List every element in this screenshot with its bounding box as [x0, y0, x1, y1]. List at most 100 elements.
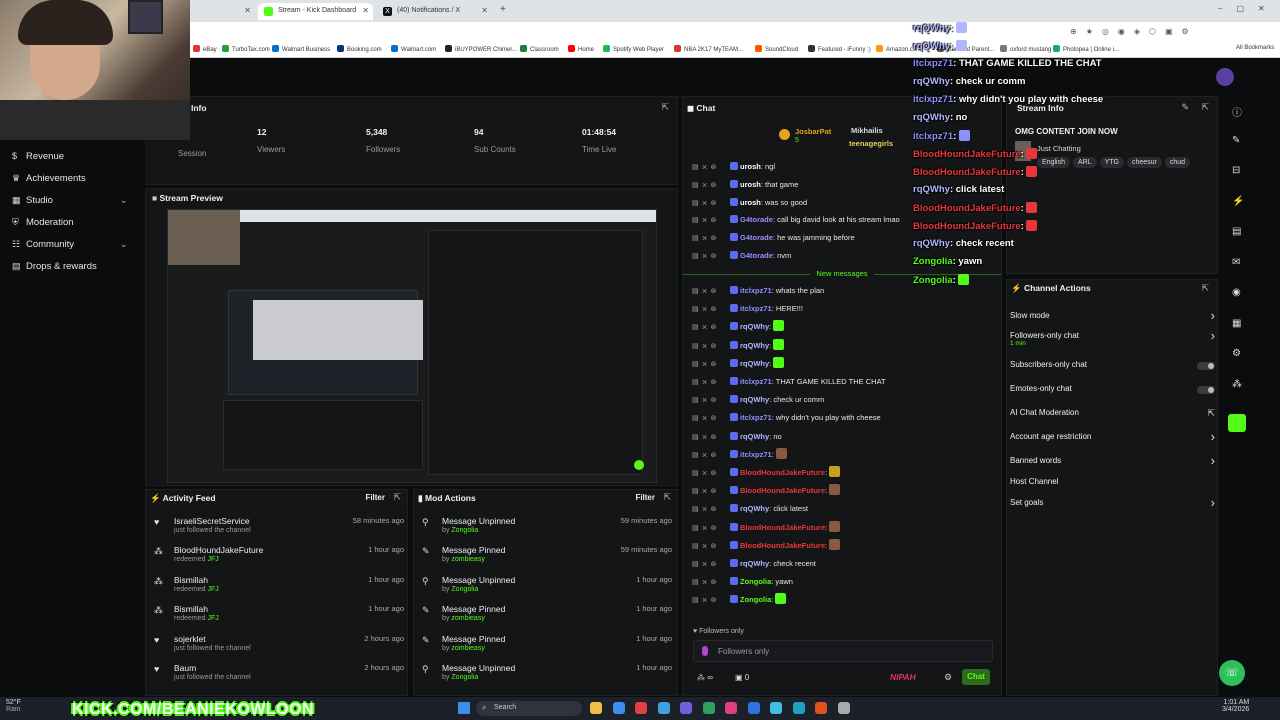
expand-icon[interactable]: ⇱ — [663, 492, 671, 503]
tag-chip[interactable]: chud — [1164, 157, 1191, 168]
taskbar-app-icon[interactable] — [815, 702, 827, 714]
activity-user[interactable]: BloodHoundJakeFuture — [174, 545, 263, 555]
channel-action-set-goals[interactable]: Set goals › — [1010, 495, 1215, 510]
mod-tools-icon[interactable]: ▤⨯⊚ — [692, 485, 730, 499]
taskbar-app-icon[interactable] — [747, 702, 760, 714]
window-controls[interactable]: –▢✕ — [1218, 4, 1279, 13]
rail-tool-icon[interactable]: ▤ — [1232, 226, 1241, 237]
chat-username[interactable]: urosh — [740, 180, 761, 189]
top-user-2[interactable]: Mikhailis — [851, 126, 883, 135]
channel-action-account-age-restriction[interactable]: Account age restriction › — [1010, 429, 1215, 444]
rail-tool-icon[interactable]: ✉ — [1232, 257, 1240, 268]
chevron-right-icon[interactable]: › — [1211, 429, 1215, 444]
sidebar-item-studio[interactable]: ▦ Studio ⌄ — [12, 192, 128, 208]
new-tab-button[interactable]: + — [500, 4, 506, 15]
clock[interactable]: 1:01 AM 3/4/2026 — [1222, 699, 1249, 713]
mod-tools-icon[interactable]: ▤⨯⊚ — [692, 179, 730, 193]
bookmark-item[interactable]: Spotify Web Player — [603, 45, 664, 53]
mod-tools-icon[interactable]: ▤⨯⊚ — [692, 303, 730, 317]
chat-message[interactable]: ▤⨯⊚ itclxpz71: HERE!!! — [692, 302, 803, 318]
chat-username[interactable]: G4torade — [740, 215, 773, 224]
chat-username[interactable]: rqQWhy — [740, 504, 769, 513]
bookmark-item[interactable]: Booking.com — [337, 45, 382, 53]
chat-message[interactable]: ▤⨯⊚ itclxpz71: why didn't you play with c… — [692, 411, 881, 427]
bookmark-item[interactable]: oxford mustang — [1000, 45, 1051, 53]
chat-message[interactable]: ▤⨯⊚ BloodHoundJakeFuture: — [692, 520, 841, 537]
chat-message[interactable]: ▤⨯⊚ BloodHoundJakeFuture: — [692, 538, 841, 555]
mod-tools-icon[interactable]: ▤⨯⊚ — [692, 285, 730, 299]
activity-user[interactable]: Bismillah — [174, 604, 208, 614]
chat-username[interactable]: rqQWhy — [740, 559, 769, 568]
mod-tools-icon[interactable]: ▤⨯⊚ — [692, 161, 730, 175]
chevron-right-icon[interactable]: › — [1211, 495, 1215, 510]
expand-icon[interactable]: ⇱ — [661, 102, 669, 113]
bookmark-item[interactable]: iBUYPOWER Chimer... — [445, 45, 517, 53]
rail-tool-icon[interactable]: ⓘ — [1232, 104, 1242, 119]
channel-action-followers-only-chat[interactable]: Followers-only chat 1 min › — [1010, 328, 1215, 347]
taskbar-app-icon[interactable] — [770, 702, 782, 714]
chat-username[interactable]: itclxpz71 — [740, 286, 772, 295]
chat-username[interactable]: G4torade — [740, 233, 773, 242]
moderator-name[interactable]: zombieasy — [451, 645, 484, 652]
emote-picker-icon[interactable] — [702, 646, 708, 656]
chat-message[interactable]: ▤⨯⊚ itclxpz71: THAT GAME KILLED THE CHAT — [692, 375, 886, 391]
taskbar-search[interactable]: ⌕ Search — [476, 701, 582, 716]
chat-message[interactable]: ▤⨯⊚ G4torade: he was jamming before — [692, 231, 855, 247]
expand-icon[interactable]: ⇱ — [393, 492, 401, 503]
mod-tools-icon[interactable]: ▤⨯⊚ — [692, 503, 730, 517]
close-icon[interactable]: ✕ — [481, 6, 488, 15]
chat-username[interactable]: itclxpz71 — [740, 304, 772, 313]
mod-tools-icon[interactable]: ▤⨯⊚ — [692, 376, 730, 390]
stream-preview-video[interactable] — [167, 209, 657, 483]
bookmark-item[interactable]: TurboTax.com — [222, 45, 270, 53]
chat-message[interactable]: ▤⨯⊚ rqQWhy: — [692, 320, 785, 336]
chat-message[interactable]: ▤⨯⊚ rqQWhy: — [692, 338, 785, 355]
chat-username[interactable]: rqQWhy — [740, 341, 769, 350]
moderator-name[interactable]: Zongolia — [451, 586, 478, 593]
taskbar-app-icon[interactable] — [837, 702, 850, 714]
close-icon[interactable]: ✕ — [244, 6, 251, 15]
chat-send-button[interactable]: Chat — [962, 669, 990, 685]
chat-message[interactable]: ▤⨯⊚ rqQWhy: click latest — [692, 502, 808, 518]
chat-message[interactable]: ▤⨯⊚ urosh: ngl — [692, 160, 775, 176]
taskbar-app-icon[interactable] — [635, 702, 647, 714]
sidebar-item-revenue[interactable]: $ Revenue — [12, 148, 64, 164]
rail-active-icon[interactable] — [1228, 414, 1246, 432]
channel-action-subscribers-only-chat[interactable]: Subscribers-only chat — [1010, 360, 1215, 370]
chat-username[interactable]: BloodHoundJakeFuture — [740, 541, 825, 550]
mod-tools-icon[interactable]: ▤⨯⊚ — [692, 412, 730, 426]
rail-tool-icon[interactable]: ⊟ — [1232, 165, 1240, 176]
rail-tool-icon[interactable]: ⚙ — [1232, 348, 1241, 359]
bookmark-item[interactable]: eBay — [193, 45, 217, 53]
chat-message[interactable]: ▤⨯⊚ G4torade: call big david look at his … — [692, 213, 900, 229]
chat-username[interactable]: Zongolia — [740, 577, 771, 586]
chat-username[interactable]: rqQWhy — [740, 322, 769, 331]
chat-username[interactable]: Zongolia — [740, 595, 771, 604]
bookmark-item[interactable]: Photopea | Online i... — [1053, 45, 1119, 53]
channel-action-ai-chat-moderation[interactable]: AI Chat Moderation ⇱ — [1010, 408, 1215, 419]
chat-message[interactable]: ▤⨯⊚ BloodHoundJakeFuture: — [692, 484, 841, 500]
chat-message[interactable]: ▤⨯⊚ urosh: was so good — [692, 196, 807, 212]
chat-username[interactable]: BloodHoundJakeFuture — [740, 468, 825, 477]
mod-tools-icon[interactable]: ▤⨯⊚ — [692, 540, 730, 554]
mod-tools-icon[interactable]: ▤⨯⊚ — [692, 214, 730, 228]
rail-tool-icon[interactable]: ⚡ — [1232, 196, 1244, 207]
chat-message[interactable]: ▤⨯⊚ Zongolia: — [692, 593, 787, 609]
external-link-icon[interactable]: ⇱ — [1207, 408, 1215, 419]
activity-user[interactable]: Baum — [174, 663, 196, 673]
mod-tools-icon[interactable]: ▤⨯⊚ — [692, 522, 730, 536]
chat-username[interactable]: itclxpz71 — [740, 377, 772, 386]
chat-username[interactable]: itclxpz71 — [740, 450, 772, 459]
taskbar-app-icon[interactable] — [657, 702, 670, 714]
chat-username[interactable]: rqQWhy — [740, 432, 769, 441]
mod-tools-icon[interactable]: ▤⨯⊚ — [692, 232, 730, 246]
activity-user[interactable]: Bismillah — [174, 575, 208, 585]
tab-kick-dashboard[interactable]: Stream - Kick Dashboard ✕ — [258, 3, 373, 20]
chat-message[interactable]: ▤⨯⊚ rqQWhy: no — [692, 430, 782, 446]
address-bar[interactable]: ⊕★◎◉◈⬡▣⚙ — [0, 22, 1280, 42]
taskbar-app-icon[interactable] — [792, 702, 805, 714]
channel-action-banned-words[interactable]: Banned words › — [1010, 453, 1215, 468]
chat-message[interactable]: ▤⨯⊚ urosh: that game — [692, 178, 798, 194]
rail-tool-icon[interactable]: ▦ — [1232, 318, 1241, 329]
moderator-name[interactable]: Zongolia — [451, 674, 478, 681]
